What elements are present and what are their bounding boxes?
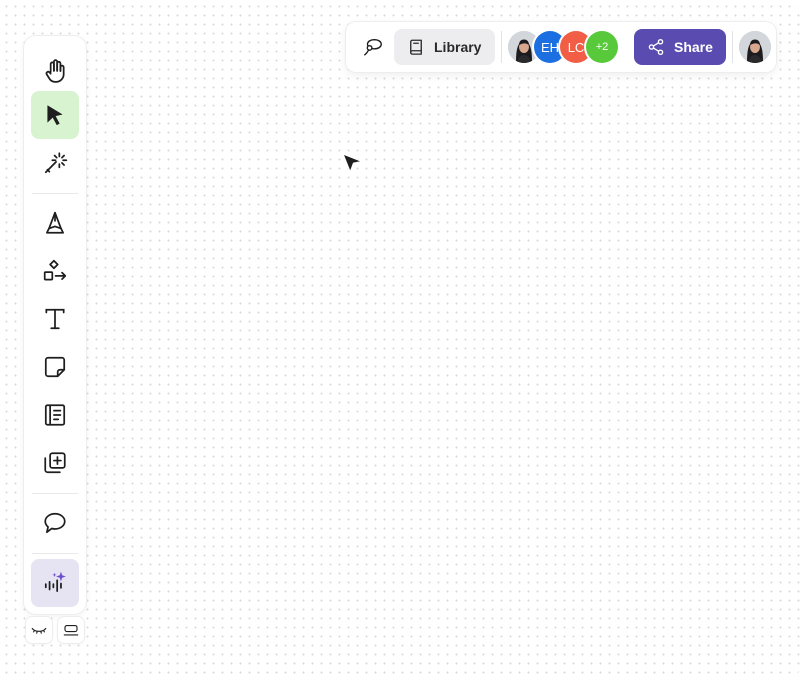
minimize-panel-icon	[63, 624, 79, 636]
share-button[interactable]: Share	[634, 29, 726, 65]
sticky-note-tool-button[interactable]	[31, 343, 79, 391]
closed-eye-icon	[31, 627, 47, 634]
pointer-arrow-icon	[47, 105, 63, 126]
avatar-initials: EH	[540, 39, 560, 55]
share-label: Share	[674, 39, 713, 55]
avatar-initials: LC	[567, 39, 585, 55]
document-frame-icon	[44, 404, 66, 426]
shapes-tool-button[interactable]	[31, 247, 79, 295]
book-icon	[410, 39, 422, 55]
toolbar-divider	[32, 493, 78, 494]
library-label: Library	[434, 39, 482, 55]
library-button[interactable]: Library	[394, 29, 495, 65]
frame-tool-button[interactable]	[31, 391, 79, 439]
more-count: +2	[595, 41, 609, 53]
hide-ui-button[interactable]	[26, 617, 52, 643]
pen-tool-button[interactable]	[31, 199, 79, 247]
text-tool-button[interactable]	[31, 295, 79, 343]
shapes-arrow-icon	[43, 259, 67, 281]
sticky-note-icon	[44, 356, 66, 378]
user-avatar-photo-icon	[739, 31, 771, 63]
lasso-icon	[364, 38, 382, 56]
text-t-icon	[45, 308, 65, 330]
minimize-toolbar-button[interactable]	[58, 617, 84, 643]
mouse-cursor-icon	[342, 153, 363, 173]
sparkle-voice-icon	[44, 571, 66, 592]
lasso-button[interactable]	[356, 30, 390, 64]
embed-tool-button[interactable]	[31, 439, 79, 487]
hand-icon	[45, 59, 65, 83]
topbar-divider	[732, 31, 733, 63]
ai-assistant-button[interactable]	[31, 559, 79, 607]
toolbar-divider	[32, 193, 78, 194]
hand-tool-button[interactable]	[31, 47, 79, 95]
whiteboard-canvas[interactable]: Library EH LC +2 Share	[0, 0, 800, 680]
more-collaborators-badge[interactable]: +2	[586, 31, 618, 63]
add-layer-icon	[44, 452, 66, 474]
laser-tool-button[interactable]	[31, 139, 79, 187]
tool-palette	[24, 36, 86, 614]
selection-tool-button[interactable]	[31, 91, 79, 139]
toolbar-divider	[32, 553, 78, 554]
share-nodes-icon	[648, 38, 664, 56]
pen-nib-icon	[46, 211, 64, 234]
magic-wand-icon	[44, 152, 68, 174]
speech-bubble-icon	[44, 512, 66, 534]
comment-tool-button[interactable]	[31, 499, 79, 547]
top-bar: Library EH LC +2 Share	[346, 22, 776, 72]
topbar-divider	[501, 31, 502, 63]
current-user-avatar[interactable]	[739, 31, 771, 63]
